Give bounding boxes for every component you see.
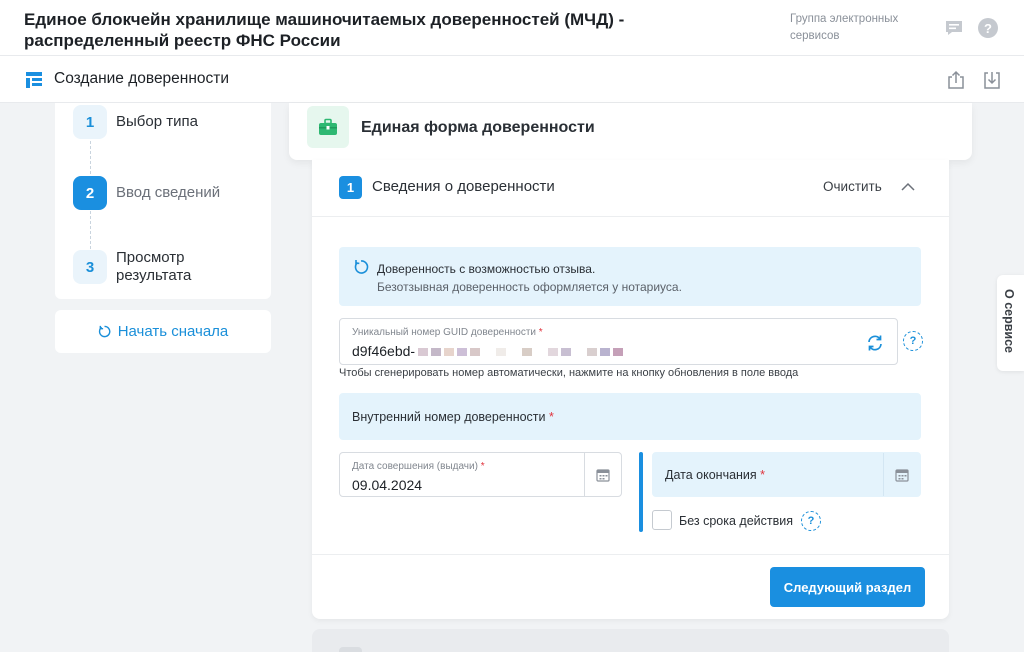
- guid-hint: Чтобы сгенерировать номер автоматически,…: [339, 367, 799, 379]
- issue-date-field[interactable]: Дата совершения (выдачи) * 09.04.2024: [339, 452, 622, 497]
- step-label: Ввод сведений: [116, 184, 221, 201]
- chat-icon[interactable]: [943, 17, 965, 39]
- steps-panel: 1 Выбор типа 2 Ввод сведений 3 Просмотр …: [55, 103, 271, 299]
- no-term-checkbox[interactable]: [652, 510, 672, 530]
- calendar-icon[interactable]: [883, 453, 920, 496]
- step-label: Выбор типа: [116, 113, 198, 130]
- next-section-button[interactable]: Следующий раздел: [770, 567, 925, 607]
- issue-date-value: 09.04.2024: [352, 477, 423, 493]
- internal-number-label: Внутренний номер доверенности *: [352, 410, 554, 424]
- guid-field[interactable]: Уникальный номер GUID доверенности * d9f…: [339, 318, 898, 365]
- step-number: 1: [73, 105, 107, 139]
- info-banner: Доверенность с возможностью отзыва. Безо…: [339, 247, 921, 306]
- end-date-label: Дата окончания *: [665, 468, 766, 482]
- revocable-icon: [354, 260, 369, 274]
- about-service-tab[interactable]: О сервисе: [997, 275, 1024, 371]
- info-subtext: Безотзывная доверенность оформляется у н…: [377, 280, 682, 294]
- clear-button[interactable]: Очистить: [823, 179, 882, 194]
- refresh-icon: [98, 325, 111, 338]
- form-logo-icon: [26, 72, 42, 88]
- step-label: Просмотр результата: [116, 249, 192, 284]
- no-term-label: Без срока действия: [679, 514, 794, 528]
- help-glyph: ?: [978, 18, 998, 38]
- guid-label: Уникальный номер GUID доверенности *: [352, 327, 543, 338]
- page-title: Создание доверенности: [54, 70, 230, 87]
- share-icon[interactable]: [945, 69, 967, 91]
- help-icon[interactable]: ?: [977, 17, 999, 39]
- form-header: Единая форма доверенности: [289, 103, 972, 160]
- group-label[interactable]: Группа электронных сервисов: [790, 11, 920, 45]
- date-divider: [639, 452, 643, 532]
- guid-value: d9f46ebd-: [352, 343, 416, 359]
- step-preview[interactable]: 3 Просмотр результата: [73, 249, 226, 285]
- end-date-field[interactable]: Дата окончания *: [652, 452, 921, 497]
- step-number: 2: [73, 176, 107, 210]
- guid-help-icon[interactable]: ?: [903, 331, 923, 351]
- info-text: Доверенность с возможностью отзыва.: [377, 262, 596, 276]
- internal-number-field[interactable]: Внутренний номер доверенности *: [339, 393, 921, 440]
- form-title: Единая форма доверенности: [361, 119, 595, 136]
- next-section-card[interactable]: [312, 629, 949, 652]
- top-header: Единое блокчейн хранилище машиночитаемых…: [0, 0, 1024, 56]
- chevron-up-icon[interactable]: [900, 179, 916, 195]
- refresh-icon[interactable]: [866, 334, 884, 352]
- section-poa-details: 1 Сведения о доверенности Очистить Довер…: [312, 160, 949, 619]
- step-enter-data[interactable]: 2 Ввод сведений: [73, 176, 226, 210]
- step-select-type[interactable]: 1 Выбор типа: [73, 105, 226, 139]
- restart-button[interactable]: Начать сначала: [55, 310, 271, 353]
- sub-header: Создание доверенности: [0, 56, 1024, 103]
- section-title: Сведения о доверенности: [372, 178, 555, 195]
- app-title: Единое блокчейн хранилище машиночитаемых…: [24, 10, 625, 50]
- calendar-icon[interactable]: [584, 453, 621, 496]
- section-header[interactable]: 1 Сведения о доверенности Очистить: [312, 160, 949, 217]
- step-connector: [90, 141, 91, 179]
- download-icon[interactable]: [981, 69, 1003, 91]
- step-number: 3: [73, 250, 107, 284]
- restart-label: Начать сначала: [117, 323, 229, 340]
- section-number: [339, 647, 362, 652]
- about-service-label: О сервисе: [1002, 289, 1016, 354]
- step-connector: [90, 211, 91, 249]
- issue-date-label: Дата совершения (выдачи) *: [352, 461, 485, 472]
- divider: [312, 554, 949, 555]
- guid-obscured-value: [418, 348, 626, 356]
- briefcase-icon: [307, 106, 349, 148]
- section-number: 1: [339, 176, 362, 199]
- no-term-help-icon[interactable]: ?: [801, 511, 821, 531]
